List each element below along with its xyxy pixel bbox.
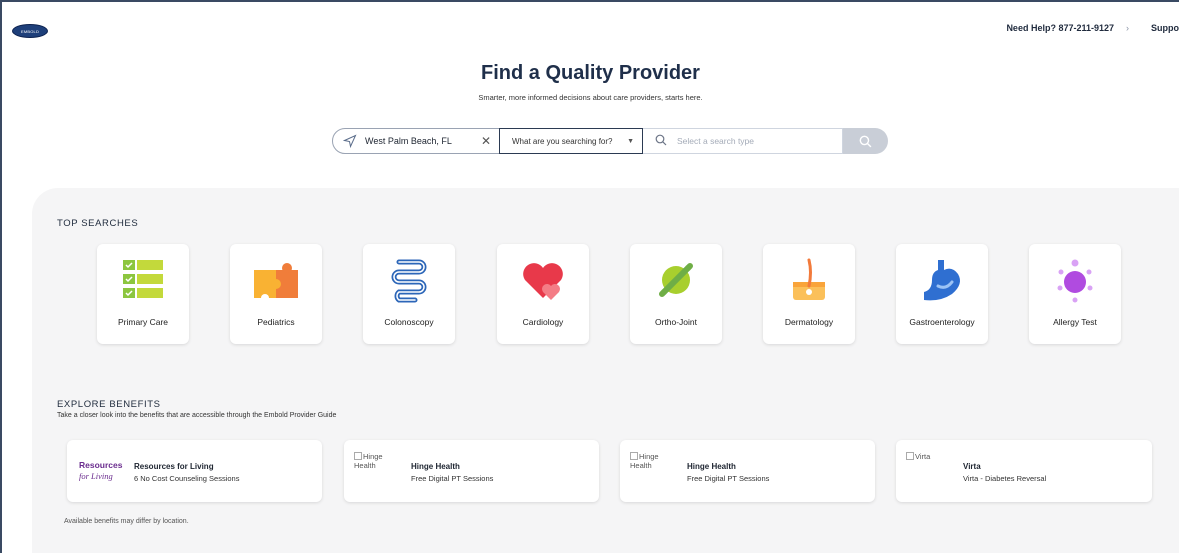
virta-image: Virta — [906, 452, 930, 461]
explore-benefits-heading: EXPLORE BENEFITS — [57, 399, 161, 410]
search-bar: West Palm Beach, FL ✕ What are you searc… — [332, 128, 888, 154]
top-searches-heading: TOP SEARCHES — [57, 218, 139, 229]
img-alt-line-2: Health — [354, 461, 376, 470]
benefit-card-resources-for-living[interactable]: Resources for Living Resources for Livin… — [67, 440, 322, 502]
benefit-card-hinge-health-1[interactable]: Hinge Health Hinge Health Free Digital P… — [344, 440, 599, 502]
tile-label: Allergy Test — [1053, 317, 1097, 327]
img-alt-line-1: Virta — [915, 452, 931, 461]
colon-icon — [391, 259, 427, 303]
heart-icon — [523, 263, 563, 300]
benefit-card-hinge-health-2[interactable]: Hinge Health Hinge Health Free Digital P… — [620, 440, 875, 502]
tile-label: Gastroenterology — [909, 317, 975, 327]
search-input[interactable]: Select a search type — [643, 128, 843, 154]
benefit-desc: Virta - Diabetes Reversal — [963, 474, 1047, 483]
support-link[interactable]: Suppo — [1151, 23, 1179, 33]
search-placeholder: Select a search type — [677, 136, 755, 146]
tile-primary-care[interactable]: Primary Care — [97, 244, 189, 344]
logo-text: EMBOLD — [20, 28, 40, 34]
explore-benefits-subheading: Take a closer look into the benefits tha… — [57, 412, 337, 419]
location-field[interactable]: West Palm Beach, FL ✕ — [332, 128, 502, 154]
checklist-icon — [123, 260, 163, 298]
broken-image-icon — [630, 452, 638, 460]
img-alt-line-1: Hinge — [639, 452, 659, 461]
tile-label: Primary Care — [117, 317, 169, 327]
benefit-desc: Free Digital PT Sessions — [687, 474, 770, 483]
tile-label: Colonoscopy — [384, 317, 434, 327]
tile-dermatology[interactable]: Dermatology — [763, 244, 855, 344]
tile-gastroenterology[interactable]: Gastroenterology — [896, 244, 988, 344]
tile-colonoscopy[interactable]: Colonoscopy — [363, 244, 455, 344]
tile-label: Ortho-Joint — [654, 317, 698, 327]
tile-cardiology[interactable]: Cardiology — [497, 244, 589, 344]
logo-line-1: Resources — [79, 460, 123, 470]
benefits-footnote: Available benefits may differ by locatio… — [64, 518, 189, 525]
tile-pediatrics[interactable]: Pediatrics — [230, 244, 322, 344]
benefit-title: Hinge Health — [411, 462, 460, 471]
stomach-icon — [924, 260, 960, 301]
clear-location-icon[interactable]: ✕ — [481, 134, 491, 148]
resources-for-living-logo: Resources for Living — [79, 460, 122, 482]
tile-ortho-joint[interactable]: Ortho-Joint — [630, 244, 722, 344]
help-chevron-icon: › — [1126, 23, 1129, 33]
tile-label: Pediatrics — [257, 317, 295, 327]
page-title: Find a Quality Provider — [481, 62, 700, 84]
search-button-icon — [859, 135, 872, 147]
search-type-label: What are you searching for? — [512, 136, 613, 146]
search-button[interactable] — [843, 128, 888, 154]
logo-line-2: for Living — [79, 471, 113, 481]
app-frame: EMBOLD Need Help? 877-211-9127 › Suppo F… — [0, 0, 1179, 553]
hinge-health-image: Hinge Health — [630, 452, 659, 470]
tile-allergy-test[interactable]: Allergy Test — [1029, 244, 1121, 344]
benefit-title: Hinge Health — [687, 462, 736, 471]
puzzle-icon — [254, 263, 298, 302]
allergen-icon — [1057, 259, 1093, 303]
benefit-desc: 6 No Cost Counseling Sessions — [134, 474, 240, 483]
chevron-down-icon: ▼ — [627, 137, 634, 145]
tile-label: Cardiology — [522, 317, 564, 327]
benefit-title: Resources for Living — [134, 462, 214, 471]
hinge-health-image: Hinge Health — [354, 452, 383, 470]
benefit-title: Virta — [963, 462, 981, 471]
help-phone-link[interactable]: Need Help? 877-211-9127 — [1006, 23, 1114, 33]
broken-image-icon — [354, 452, 362, 460]
search-type-dropdown[interactable]: What are you searching for? ▼ — [499, 128, 643, 154]
page-subtitle: Smarter, more informed decisions about c… — [478, 93, 703, 102]
location-value: West Palm Beach, FL — [365, 136, 452, 146]
skin-icon — [793, 258, 825, 300]
img-alt-line-2: Health — [630, 461, 652, 470]
embold-logo[interactable]: EMBOLD — [12, 24, 48, 38]
tile-label: Dermatology — [784, 317, 834, 327]
bone-icon — [659, 263, 693, 297]
location-arrow-icon — [342, 134, 357, 149]
benefit-card-virta[interactable]: Virta Virta Virta - Diabetes Reversal — [896, 440, 1152, 502]
top-bar: EMBOLD Need Help? 877-211-9127 › Suppo — [2, 2, 1179, 56]
broken-image-icon — [906, 452, 914, 460]
search-icon — [655, 134, 667, 149]
img-alt-line-1: Hinge — [363, 452, 383, 461]
benefit-desc: Free Digital PT Sessions — [411, 474, 494, 483]
